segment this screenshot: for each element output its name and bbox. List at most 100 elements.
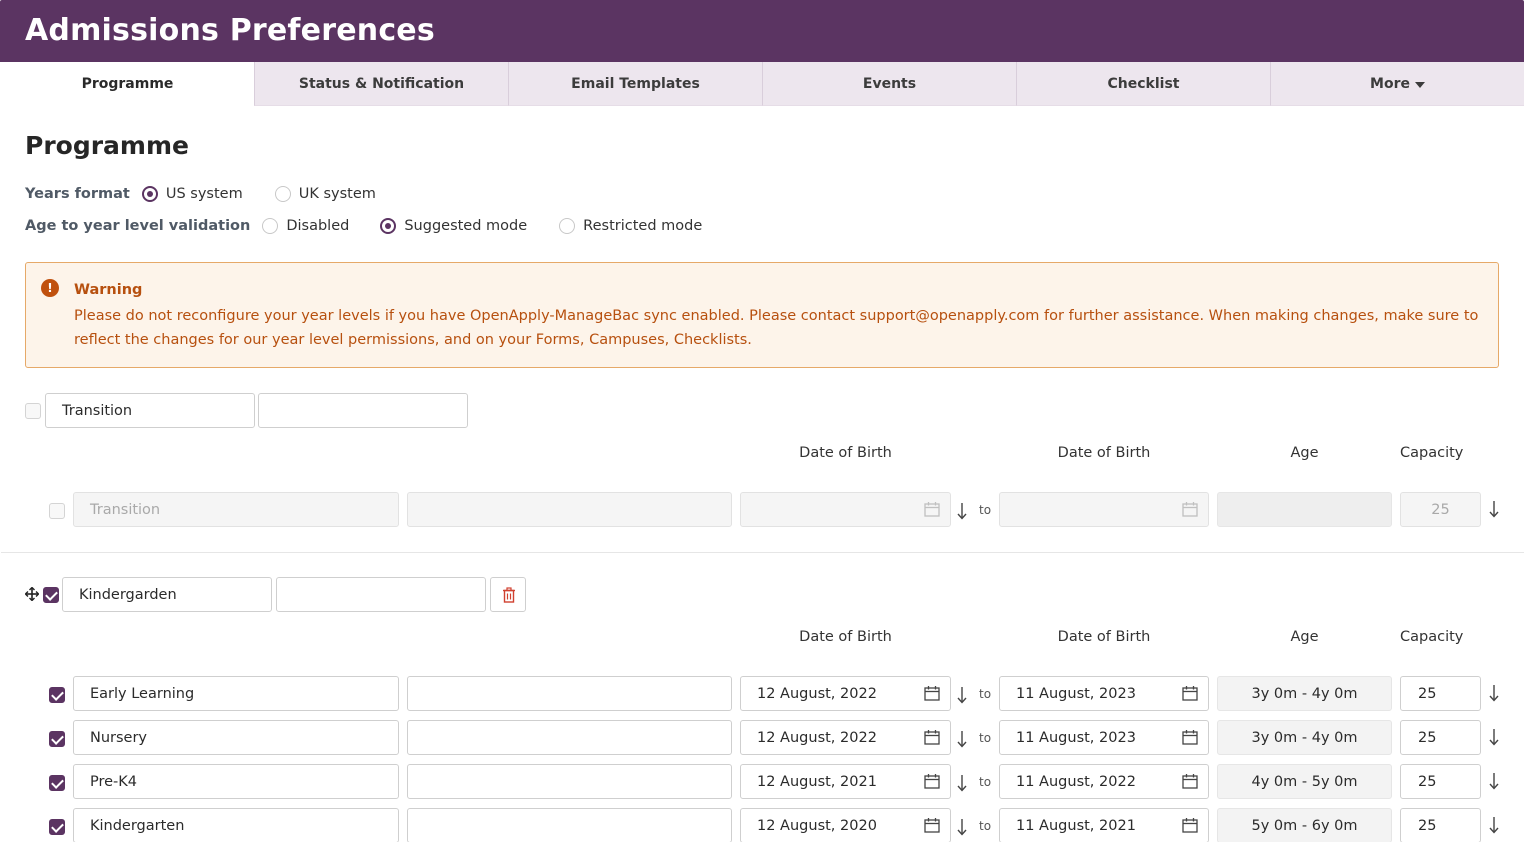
transition-row-capacity-input[interactable]: 25 [1400,492,1481,527]
capacity-input[interactable]: 25 [1400,808,1481,842]
radio-us-system[interactable]: US system [141,186,243,202]
radio-suggested-mode-label: Suggested mode [404,218,528,234]
trash-icon [503,587,515,603]
capacity-value: 25 [1418,685,1437,702]
dob-from-input[interactable]: 12 August, 2022 [740,720,951,755]
year-level-code-input[interactable] [407,764,732,799]
transition-group-name-input[interactable]: Transition [45,393,255,428]
tab-events[interactable]: Events [762,62,1016,106]
tab-more[interactable]: More [1270,62,1524,106]
tab-checklist[interactable]: Checklist [1016,62,1270,106]
arrow-down-icon[interactable] [1488,500,1500,518]
age-range-value: 3y 0m - 4y 0m [1251,685,1358,702]
arrow-down-icon[interactable] [1488,816,1500,834]
dob-from-input[interactable]: 12 August, 2020 [740,808,951,842]
capacity-input[interactable]: 25 [1400,764,1481,799]
kindergarden-group-name-value: Kindergarden [79,586,177,603]
year-level-code-input[interactable] [407,676,732,711]
transition-row-dob-from-input[interactable] [740,492,951,527]
year-level-code-input[interactable] [407,720,732,755]
caret-down-icon [1414,81,1425,88]
dob-to-input[interactable]: 11 August, 2022 [999,764,1209,799]
capacity-value: 25 [1418,817,1437,834]
arrow-down-icon[interactable] [956,730,968,748]
age-range-field: 5y 0m - 6y 0m [1217,808,1392,842]
tab-email-templates[interactable]: Email Templates [508,62,762,106]
radio-unselected-icon[interactable] [274,186,291,202]
tab-events-label: Events [862,75,917,92]
arrow-down-icon[interactable] [1488,728,1500,746]
kindergarden-group-name-input[interactable]: Kindergarden [62,577,272,612]
transition-row-name-value: Transition [90,501,161,518]
capacity-input[interactable]: 25 [1400,720,1481,755]
dob-to-input[interactable]: 11 August, 2021 [999,808,1209,842]
arrow-down-icon[interactable] [956,774,968,792]
year-level-name-input[interactable]: Kindergarten [73,808,399,842]
dob-from-input[interactable]: 12 August, 2021 [740,764,951,799]
kindergarden-group-checkbox[interactable] [43,587,59,603]
year-level-name-input[interactable]: Nursery [73,720,399,755]
tab-checklist-label: Checklist [1107,75,1180,92]
year-level-name-value: Nursery [90,729,148,746]
calendar-icon[interactable] [924,817,940,833]
radio-disabled[interactable]: Disabled [262,218,349,234]
arrow-down-icon[interactable] [956,818,968,836]
capacity-input[interactable]: 25 [1400,676,1481,711]
tab-status-notification[interactable]: Status & Notification [254,62,508,106]
calendar-icon[interactable] [924,501,940,517]
radio-selected-icon[interactable] [380,218,397,234]
year-level-name-input[interactable]: Early Learning [73,676,399,711]
arrow-down-icon[interactable] [1488,684,1500,702]
calendar-icon[interactable] [1182,729,1198,745]
transition-row-name-input[interactable]: Transition [73,492,399,527]
transition-row-checkbox[interactable] [49,503,65,519]
tab-bar: Programme Status & Notification Email Te… [1,62,1524,106]
calendar-icon[interactable] [1182,501,1198,517]
col-age: Age [1290,445,1319,461]
year-level-name-value: Kindergarten [90,817,185,834]
to-label: to [979,819,992,833]
dob-to-input[interactable]: 11 August, 2023 [999,720,1209,755]
calendar-icon[interactable] [924,773,940,789]
year-level-checkbox[interactable] [49,687,65,703]
transition-row-dob-to-input[interactable] [999,492,1209,527]
radio-suggested-mode[interactable]: Suggested mode [380,218,527,234]
transition-group-code-input[interactable] [258,393,468,428]
calendar-icon[interactable] [924,729,940,745]
to-label: to [979,775,992,789]
radio-unselected-icon[interactable] [262,218,279,234]
col-age: Age [1290,629,1319,645]
year-level-checkbox[interactable] [49,819,65,835]
calendar-icon[interactable] [1182,685,1198,701]
year-level-code-input[interactable] [407,808,732,842]
arrow-down-icon[interactable] [956,686,968,704]
calendar-icon[interactable] [924,685,940,701]
dob-to-value: 11 August, 2023 [1016,729,1136,746]
transition-group-checkbox[interactable] [25,403,41,419]
year-level-checkbox[interactable] [49,731,65,747]
radio-restricted-mode[interactable]: Restricted mode [559,218,702,234]
warning-title: Warning [74,282,143,298]
years-format-row: Years format US system UK system [25,186,376,202]
arrow-down-icon[interactable] [1488,772,1500,790]
radio-selected-icon[interactable] [141,186,158,202]
drag-handle-icon[interactable] [25,587,39,601]
tab-programme-label: Programme [81,76,174,92]
transition-row-code-input[interactable] [407,492,732,527]
year-level-name-input[interactable]: Pre-K4 [73,764,399,799]
calendar-icon[interactable] [1182,773,1198,789]
tab-programme[interactable]: Programme [1,62,254,106]
radio-uk-system[interactable]: UK system [274,186,376,202]
arrow-down-icon[interactable] [956,502,968,520]
radio-uk-system-label: UK system [298,186,376,202]
year-level-checkbox[interactable] [49,775,65,791]
dob-from-value: 12 August, 2021 [757,773,877,790]
dob-to-value: 11 August, 2022 [1016,773,1136,790]
dob-to-input[interactable]: 11 August, 2023 [999,676,1209,711]
calendar-icon[interactable] [1182,817,1198,833]
delete-group-button[interactable] [490,577,526,612]
dob-from-input[interactable]: 12 August, 2022 [740,676,951,711]
kindergarden-group-code-input[interactable] [276,577,486,612]
section-title: Programme [25,131,189,160]
radio-unselected-icon[interactable] [559,218,576,234]
